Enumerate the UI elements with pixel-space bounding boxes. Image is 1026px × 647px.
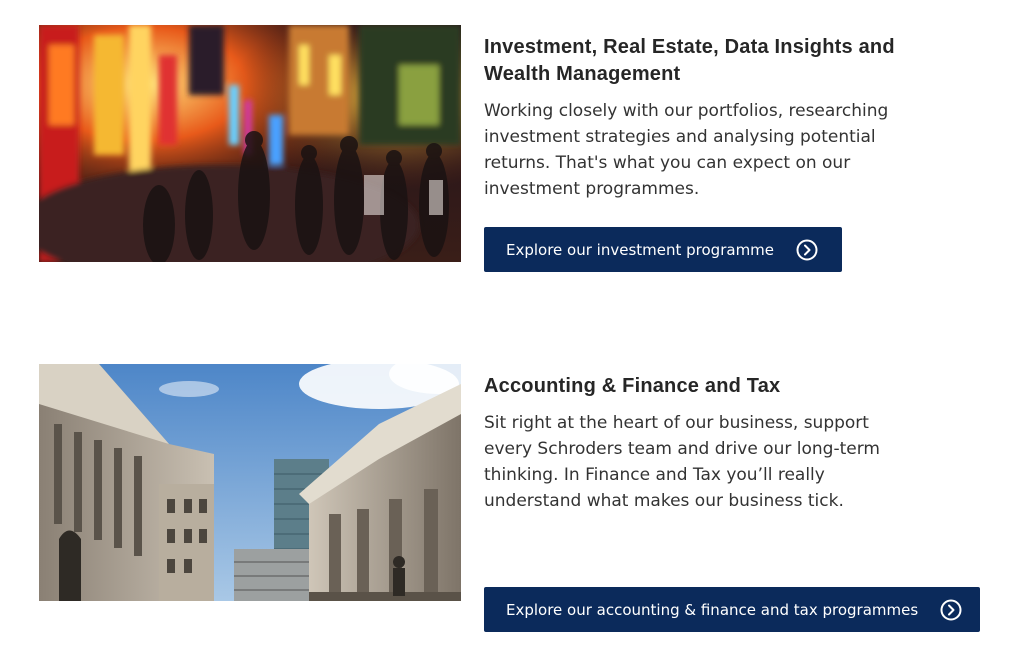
explore-accounting-finance-tax-button[interactable]: Explore our accounting & finance and tax… <box>484 587 980 632</box>
circle-chevron-right-icon <box>796 239 818 261</box>
circle-chevron-right-icon <box>940 599 962 621</box>
programme-title: Investment, Real Estate, Data Insights a… <box>484 36 895 85</box>
programme-text-accounting: Accounting & Finance and Tax Sit right a… <box>484 364 904 514</box>
bank-buildings-photo <box>39 364 461 601</box>
city-street-image <box>39 25 461 262</box>
city-street-photo <box>39 25 461 262</box>
programme-title: Accounting & Finance and Tax <box>484 375 781 397</box>
button-label: Explore our investment programme <box>506 240 775 259</box>
button-label: Explore our accounting & finance and tax… <box>506 600 919 619</box>
explore-investment-programme-button[interactable]: Explore our investment programme <box>484 227 842 272</box>
programme-description: Working closely with our portfolios, res… <box>484 101 889 199</box>
programme-text-investment: Investment, Real Estate, Data Insights a… <box>484 25 904 202</box>
programme-description: Sit right at the heart of our business, … <box>484 413 880 511</box>
classical-buildings-image <box>39 364 461 601</box>
